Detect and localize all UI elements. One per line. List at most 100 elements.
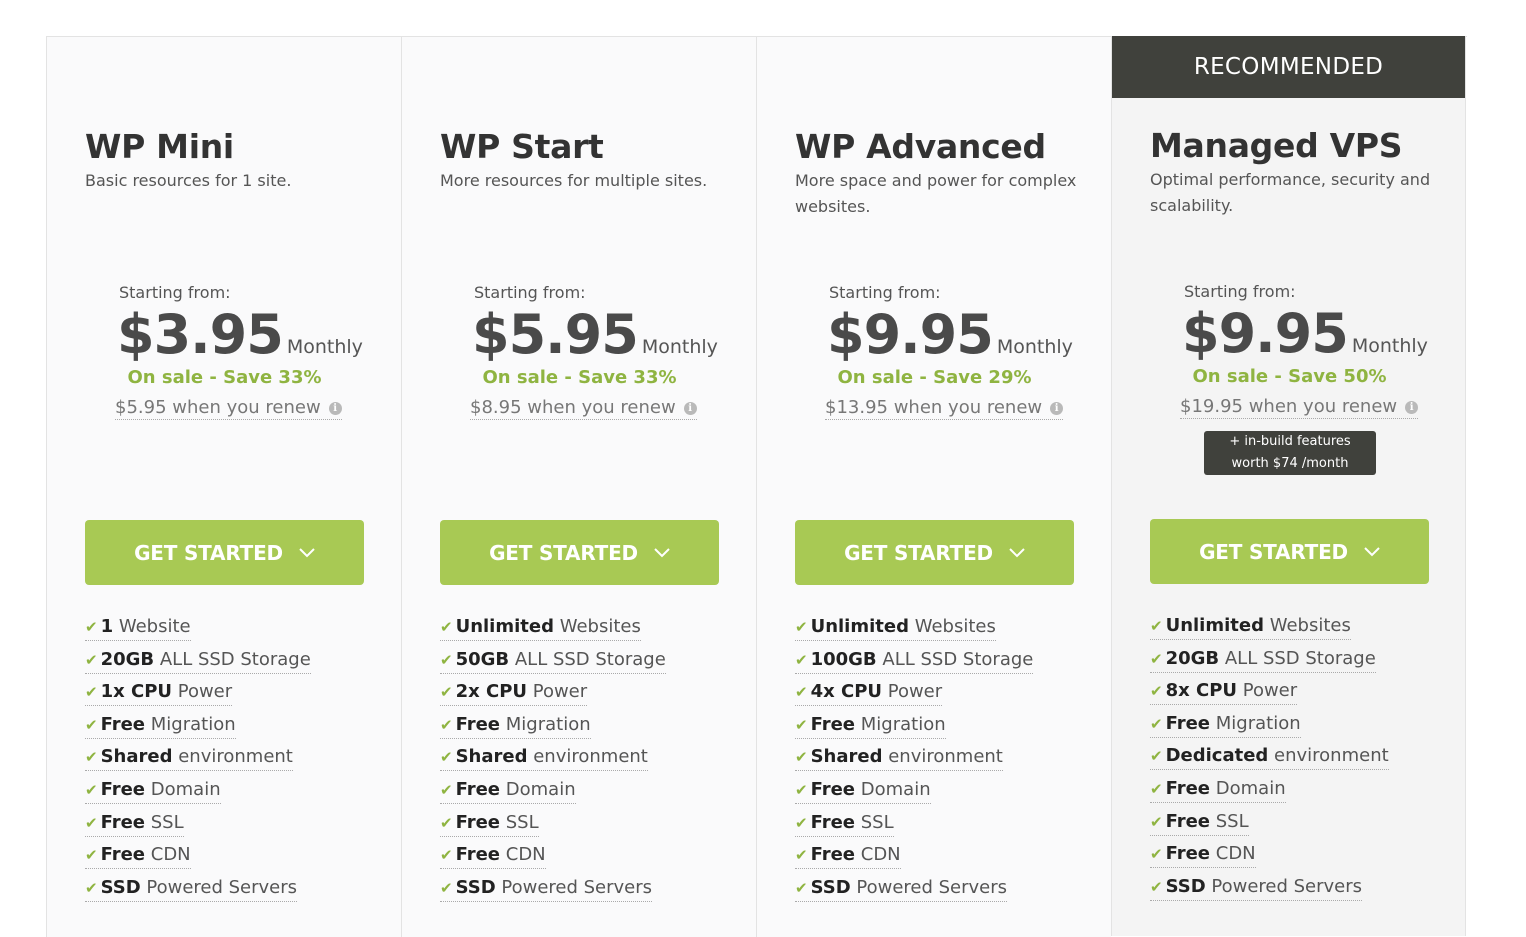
price-row: $9.95 Monthly — [827, 303, 1073, 366]
feature-item[interactable]: ✔ Dedicated environment — [1150, 744, 1389, 777]
feature-tooltip-trigger[interactable]: ✔ Free Migration — [440, 713, 591, 739]
feature-text: environment — [533, 746, 648, 768]
renew-price[interactable]: $8.95 when you renew i — [470, 397, 697, 420]
feature-tooltip-trigger[interactable]: ✔ Unlimited Websites — [795, 615, 996, 641]
renew-price[interactable]: $5.95 when you renew i — [115, 397, 342, 420]
starting-from-label: Starting from: — [829, 283, 941, 302]
feature-tooltip-trigger[interactable]: ✔ 1x CPU Power — [85, 680, 233, 707]
feature-tooltip-trigger[interactable]: ✔ Free Domain — [1150, 777, 1286, 803]
feature-text: Power — [177, 681, 233, 703]
feature-item[interactable]: ✔ Shared environment — [795, 745, 1033, 778]
feature-item[interactable]: ✔ Unlimited Websites — [795, 615, 1033, 648]
info-icon[interactable]: i — [1050, 402, 1064, 415]
feature-item[interactable]: ✔ Free Domain — [440, 778, 666, 811]
feature-item[interactable]: ✔ 20GB ALL SSD Storage — [1150, 647, 1389, 680]
feature-tooltip-trigger[interactable]: ✔ Free Domain — [85, 778, 221, 804]
feature-item[interactable]: ✔ Free CDN — [85, 843, 311, 876]
feature-tooltip-trigger[interactable]: ✔ Free SSL — [85, 811, 184, 837]
feature-tooltip-trigger[interactable]: ✔ 2x CPU Power — [440, 680, 588, 707]
feature-item[interactable]: ✔ Free Domain — [1150, 777, 1389, 810]
feature-tooltip-trigger[interactable]: ✔ Free SSL — [440, 811, 539, 837]
feature-highlight: Free — [100, 811, 146, 833]
feature-item[interactable]: ✔ SSD Powered Servers — [85, 876, 311, 909]
feature-tooltip-trigger[interactable]: ✔ Free CDN — [795, 843, 901, 870]
feature-tooltip-trigger[interactable]: ✔ Shared environment — [795, 745, 1003, 772]
feature-item[interactable]: ✔ Free CDN — [440, 843, 666, 876]
feature-tooltip-trigger[interactable]: ✔ SSD Powered Servers — [795, 876, 1008, 902]
info-icon[interactable]: i — [1405, 401, 1419, 414]
feature-tooltip-trigger[interactable]: ✔ Free CDN — [1150, 842, 1256, 869]
feature-tooltip-trigger[interactable]: ✔ 50GB ALL SSD Storage — [440, 648, 666, 674]
feature-tooltip-trigger[interactable]: ✔ Free SSL — [795, 811, 894, 837]
info-icon[interactable]: i — [328, 402, 342, 415]
feature-item[interactable]: ✔ Unlimited Websites — [440, 615, 666, 648]
get-started-button[interactable]: GET STARTED — [795, 520, 1074, 585]
get-started-button[interactable]: GET STARTED — [440, 520, 719, 585]
check-icon: ✔ — [440, 780, 453, 799]
starting-from-label: Starting from: — [1184, 282, 1296, 301]
feature-item[interactable]: ✔ 20GB ALL SSD Storage — [85, 648, 311, 681]
feature-tooltip-trigger[interactable]: ✔ Free Domain — [440, 778, 576, 804]
feature-item[interactable]: ✔ Free Domain — [795, 778, 1033, 811]
feature-item[interactable]: ✔ Free Domain — [85, 778, 311, 811]
feature-item[interactable]: ✔ SSD Powered Servers — [1150, 875, 1389, 908]
feature-item[interactable]: ✔ 8x CPU Power — [1150, 679, 1389, 712]
feature-item[interactable]: ✔ Shared environment — [85, 745, 311, 778]
feature-text: Websites — [914, 616, 996, 637]
feature-tooltip-trigger[interactable]: ✔ Free CDN — [85, 843, 191, 870]
feature-item[interactable]: ✔ Free CDN — [795, 843, 1033, 876]
feature-text: CDN — [505, 844, 546, 866]
renew-price[interactable]: $19.95 when you renew i — [1180, 396, 1419, 419]
feature-tooltip-trigger[interactable]: ✔ Shared environment — [440, 745, 648, 772]
feature-tooltip-trigger[interactable]: ✔ 20GB ALL SSD Storage — [1150, 647, 1376, 673]
feature-item[interactable]: ✔ Unlimited Websites — [1150, 614, 1389, 647]
feature-item[interactable]: ✔ 1x CPU Power — [85, 680, 311, 713]
check-icon: ✔ — [85, 683, 98, 702]
feature-item[interactable]: ✔ 1 Website — [85, 615, 311, 648]
feature-tooltip-trigger[interactable]: ✔ 1 Website — [85, 615, 191, 641]
feature-highlight: Free — [1165, 777, 1211, 799]
feature-tooltip-trigger[interactable]: ✔ Free SSL — [1150, 810, 1249, 836]
feature-tooltip-trigger[interactable]: ✔ 20GB ALL SSD Storage — [85, 648, 311, 674]
feature-item[interactable]: ✔ 100GB ALL SSD Storage — [795, 648, 1034, 681]
get-started-button[interactable]: GET STARTED — [85, 520, 364, 585]
check-icon: ✔ — [85, 780, 98, 799]
feature-tooltip-trigger[interactable]: ✔ Free Migration — [795, 713, 946, 739]
feature-item[interactable]: ✔ Free Migration — [85, 713, 311, 746]
feature-tooltip-trigger[interactable]: ✔ Dedicated environment — [1150, 744, 1389, 771]
feature-tooltip-trigger[interactable]: ✔ 8x CPU Power — [1150, 679, 1298, 706]
feature-item[interactable]: ✔ Free SSL — [440, 811, 666, 844]
feature-list: ✔ Unlimited Websites ✔ 50GB ALL SSD Storage… — [440, 615, 666, 908]
feature-tooltip-trigger[interactable]: ✔ Free Domain — [795, 778, 931, 804]
feature-item[interactable]: ✔ Free Migration — [1150, 712, 1389, 745]
feature-item[interactable]: ✔ Free CDN — [1150, 842, 1389, 875]
feature-item[interactable]: ✔ Free Migration — [795, 713, 1033, 746]
feature-item[interactable]: ✔ Free Migration — [440, 713, 666, 746]
feature-tooltip-trigger[interactable]: ✔ SSD Powered Servers — [85, 876, 298, 902]
feature-tooltip-trigger[interactable]: ✔ SSD Powered Servers — [440, 876, 653, 902]
feature-item[interactable]: ✔ SSD Powered Servers — [440, 876, 666, 909]
feature-item[interactable]: ✔ 2x CPU Power — [440, 680, 666, 713]
feature-tooltip-trigger[interactable]: ✔ SSD Powered Servers — [1150, 875, 1363, 901]
price: $9.95 — [827, 303, 994, 366]
check-icon: ✔ — [1150, 845, 1163, 864]
feature-tooltip-trigger[interactable]: ✔ 100GB ALL SSD Storage — [795, 648, 1034, 674]
feature-tooltip-trigger[interactable]: ✔ Unlimited Websites — [440, 615, 641, 641]
feature-item[interactable]: ✔ 50GB ALL SSD Storage — [440, 648, 666, 681]
feature-item[interactable]: ✔ Free SSL — [85, 811, 311, 844]
feature-tooltip-trigger[interactable]: ✔ Free Migration — [85, 713, 236, 739]
feature-tooltip-trigger[interactable]: ✔ Shared environment — [85, 745, 293, 772]
feature-tooltip-trigger[interactable]: ✔ 4x CPU Power — [795, 680, 943, 707]
feature-tooltip-trigger[interactable]: ✔ Free CDN — [440, 843, 546, 870]
feature-item[interactable]: ✔ Free SSL — [795, 811, 1033, 844]
feature-item[interactable]: ✔ Shared environment — [440, 745, 666, 778]
get-started-button[interactable]: GET STARTED — [1150, 519, 1429, 584]
renew-price[interactable]: $13.95 when you renew i — [825, 397, 1064, 420]
feature-tooltip-trigger[interactable]: ✔ Free Migration — [1150, 712, 1301, 738]
feature-highlight: Free — [100, 844, 146, 866]
feature-item[interactable]: ✔ 4x CPU Power — [795, 680, 1033, 713]
feature-item[interactable]: ✔ SSD Powered Servers — [795, 876, 1033, 909]
info-icon[interactable]: i — [683, 402, 697, 415]
feature-item[interactable]: ✔ Free SSL — [1150, 810, 1389, 843]
feature-tooltip-trigger[interactable]: ✔ Unlimited Websites — [1150, 614, 1351, 640]
